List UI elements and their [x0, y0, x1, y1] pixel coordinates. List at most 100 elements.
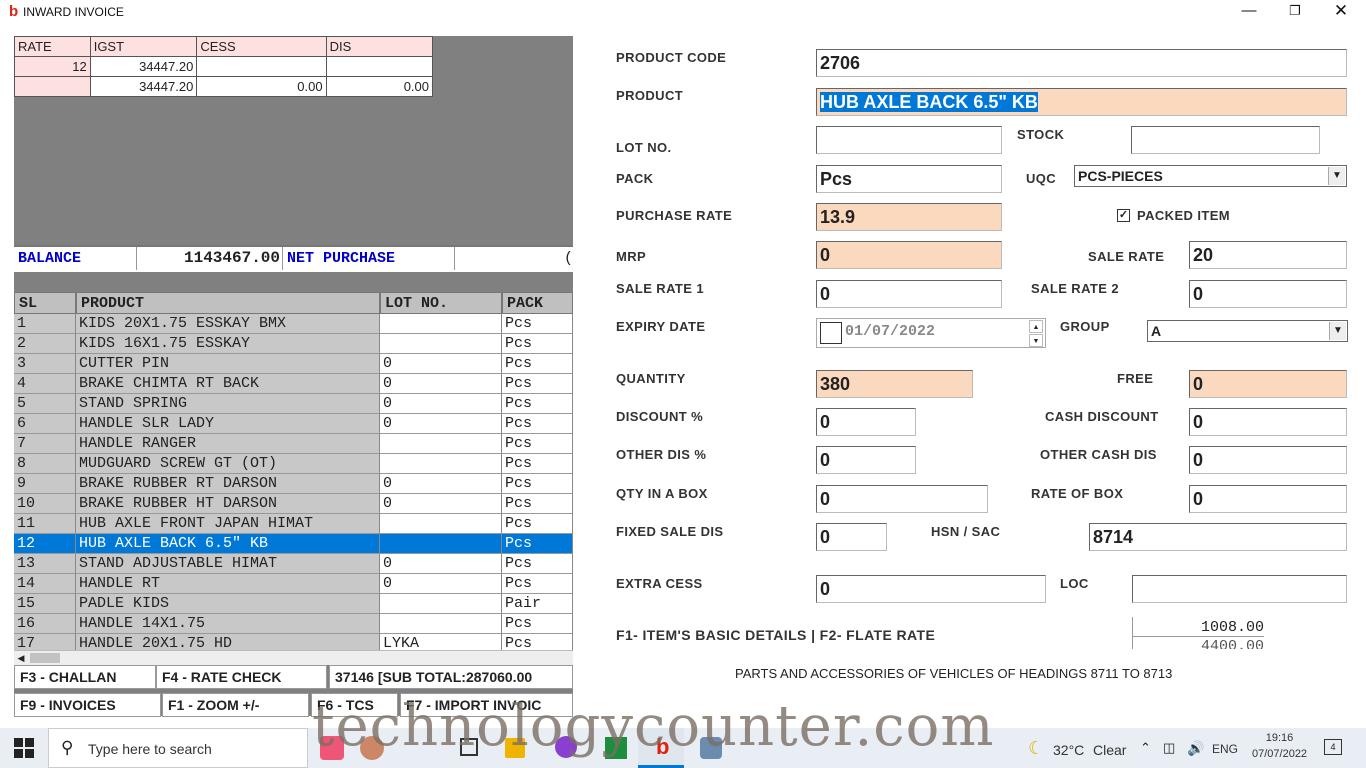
table-row[interactable]: 16 HANDLE 14X1.75 Pcs [14, 614, 573, 634]
cell-lot[interactable]: 0 [380, 374, 502, 394]
cell-pack[interactable]: Pcs [502, 434, 573, 454]
fixed-sale-dis-field[interactable]: 0 [816, 523, 887, 551]
expiry-date-picker[interactable]: 01/07/2022 ▲ ▼ [816, 318, 1046, 348]
cell-sl[interactable]: 7 [14, 434, 76, 454]
spin-down-icon[interactable]: ▼ [1029, 334, 1043, 347]
taskbar-search-box[interactable]: ⚲ Type here to search [48, 728, 308, 768]
rate-check-button[interactable]: F4 - RATE CHECK [156, 665, 327, 689]
sale-rate1-field[interactable]: 0 [816, 280, 1002, 308]
table-row[interactable]: 12 HUB AXLE BACK 6.5" KB Pcs [14, 534, 573, 554]
notifications-icon[interactable]: 4 [1324, 739, 1342, 755]
chevron-down-icon[interactable]: ▼ [1329, 322, 1346, 340]
cell-sl[interactable]: 4 [14, 374, 76, 394]
loc-field[interactable] [1132, 575, 1347, 603]
sale-rate2-field[interactable]: 0 [1189, 280, 1347, 308]
windows-start-icon[interactable] [14, 738, 34, 758]
pack-field[interactable]: Pcs [816, 165, 1002, 193]
cell-sl[interactable]: 8 [14, 454, 76, 474]
cell-product[interactable]: STAND ADJUSTABLE HIMAT [76, 554, 380, 574]
close-icon[interactable]: ✕ [1318, 0, 1364, 24]
cell-product[interactable]: MUDGUARD SCREW GT (OT) [76, 454, 380, 474]
free-field[interactable]: 0 [1189, 370, 1347, 398]
table-row[interactable]: 10 BRAKE RUBBER HT DARSON 0 Pcs [14, 494, 573, 514]
table-row[interactable]: 14 HANDLE RT 0 Pcs [14, 574, 573, 594]
rate-box-field[interactable]: 0 [1189, 485, 1347, 513]
cell-lot[interactable]: 0 [380, 414, 502, 434]
lot-field[interactable] [816, 126, 1002, 154]
uqc-select[interactable]: PCS-PIECES ▼ [1074, 165, 1347, 187]
expiry-checkbox[interactable] [820, 322, 842, 344]
language-indicator[interactable]: ENG [1212, 742, 1238, 756]
cell-pack[interactable]: Pcs [502, 554, 573, 574]
horizontal-scrollbar[interactable]: ◀ [14, 650, 573, 665]
cell-sl[interactable]: 9 [14, 474, 76, 494]
cell-pack[interactable]: Pcs [502, 574, 573, 594]
stock-field[interactable] [1131, 126, 1320, 154]
extra-cess-field[interactable]: 0 [816, 575, 1046, 603]
table-row[interactable]: 7 HANDLE RANGER Pcs [14, 434, 573, 454]
cell-sl[interactable]: 1 [14, 314, 76, 334]
cell-product[interactable]: HANDLE 20X1.75 HD [76, 634, 380, 650]
cell-sl[interactable]: 6 [14, 414, 76, 434]
cell-sl[interactable]: 15 [14, 594, 76, 614]
cell-product[interactable]: HANDLE 14X1.75 [76, 614, 380, 634]
cell-sl[interactable]: 5 [14, 394, 76, 414]
table-row[interactable]: 2 KIDS 16X1.75 ESSKAY Pcs [14, 334, 573, 354]
cell-pack[interactable]: Pcs [502, 374, 573, 394]
cell-lot[interactable]: 0 [380, 494, 502, 514]
cell-product[interactable]: BRAKE RUBBER RT DARSON [76, 474, 380, 494]
group-select[interactable]: A ▼ [1147, 320, 1348, 342]
cell-pack[interactable]: Pcs [502, 454, 573, 474]
cell-lot[interactable]: LYKA [380, 634, 502, 650]
clock[interactable]: 19:16 07/07/2022 [1252, 732, 1307, 760]
product-grid[interactable]: SL PRODUCT LOT NO. PACK 1 KIDS 20X1.75 ES… [14, 292, 573, 650]
other-dis-field[interactable]: 0 [816, 446, 916, 474]
cell-product[interactable]: BRAKE RUBBER HT DARSON [76, 494, 380, 514]
cell-pack[interactable]: Pair [502, 594, 573, 614]
table-row[interactable]: 8 MUDGUARD SCREW GT (OT) Pcs [14, 454, 573, 474]
table-row[interactable]: 1 KIDS 20X1.75 ESSKAY BMX Pcs [14, 314, 573, 334]
scroll-left-icon[interactable]: ◀ [14, 651, 28, 665]
cell-pack[interactable]: Pcs [502, 514, 573, 534]
chevron-down-icon[interactable]: ▼ [1328, 167, 1345, 185]
cell-product[interactable]: HANDLE RT [76, 574, 380, 594]
grid-header-pack[interactable]: PACK [502, 292, 573, 314]
cell-product[interactable]: HUB AXLE FRONT JAPAN HIMAT [76, 514, 380, 534]
cell-sl[interactable]: 3 [14, 354, 76, 374]
cell-product[interactable]: CUTTER PIN [76, 354, 380, 374]
grid-header-sl[interactable]: SL [14, 292, 76, 314]
cell-product[interactable]: PADLE KIDS [76, 594, 380, 614]
cell-sl[interactable]: 11 [14, 514, 76, 534]
minimize-icon[interactable]: — [1226, 0, 1272, 24]
cell-sl[interactable]: 17 [14, 634, 76, 650]
maximize-icon[interactable]: ❐ [1272, 0, 1318, 24]
cell-pack[interactable]: Pcs [502, 354, 573, 374]
cell-pack[interactable]: Pcs [502, 474, 573, 494]
cell-lot[interactable]: 0 [380, 554, 502, 574]
cell-pack[interactable]: Pcs [502, 614, 573, 634]
network-icon[interactable]: ◫ [1163, 740, 1175, 756]
cell-lot[interactable] [380, 314, 502, 334]
cell-pack[interactable]: Pcs [502, 414, 573, 434]
grid-header-lot[interactable]: LOT NO. [380, 292, 502, 314]
cell-lot[interactable] [380, 454, 502, 474]
cell-product[interactable]: STAND SPRING [76, 394, 380, 414]
cell-product[interactable]: KIDS 16X1.75 ESSKAY [76, 334, 380, 354]
spin-up-icon[interactable]: ▲ [1029, 320, 1043, 333]
table-row[interactable]: 9 BRAKE RUBBER RT DARSON 0 Pcs [14, 474, 573, 494]
cell-sl[interactable]: 2 [14, 334, 76, 354]
grid-header-product[interactable]: PRODUCT [76, 292, 380, 314]
chevron-up-icon[interactable]: ⌃ [1140, 740, 1151, 756]
zoom-button[interactable]: F1 - ZOOM +/- [162, 693, 309, 717]
table-row[interactable]: 17 HANDLE 20X1.75 HD LYKA Pcs [14, 634, 573, 650]
cell-lot[interactable] [380, 514, 502, 534]
challan-button[interactable]: F3 - CHALLAN [14, 665, 156, 689]
other-cash-dis-field[interactable]: 0 [1189, 446, 1347, 474]
cell-product[interactable]: HANDLE RANGER [76, 434, 380, 454]
table-row[interactable]: 4 BRAKE CHIMTA RT BACK 0 Pcs [14, 374, 573, 394]
cell-sl[interactable]: 16 [14, 614, 76, 634]
cell-lot[interactable] [380, 534, 502, 554]
cell-product[interactable]: KIDS 20X1.75 ESSKAY BMX [76, 314, 380, 334]
purchase-rate-field[interactable]: 13.9 [816, 203, 1002, 231]
table-row[interactable]: 11 HUB AXLE FRONT JAPAN HIMAT Pcs [14, 514, 573, 534]
